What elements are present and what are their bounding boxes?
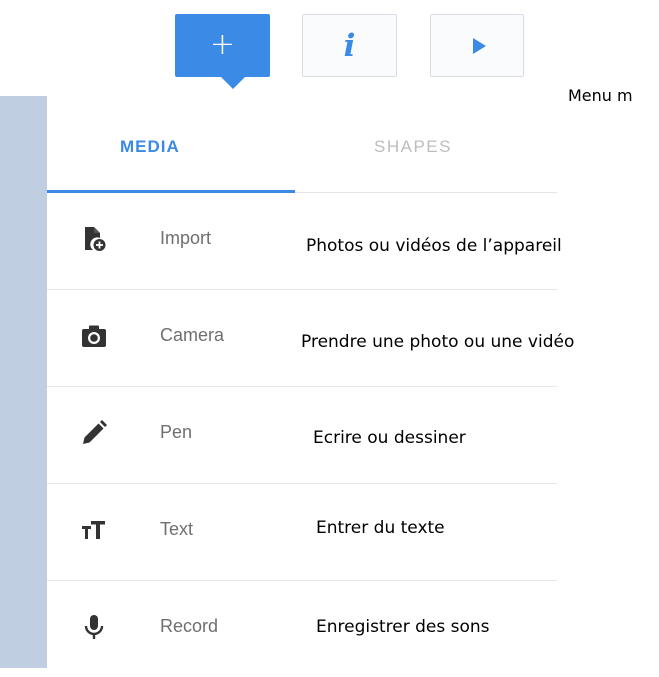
microphone-icon (84, 615, 104, 639)
text-size-icon (82, 521, 105, 539)
tab-media[interactable]: MEDIA (120, 137, 180, 157)
play-icon (472, 37, 486, 54)
info-icon: i (343, 27, 356, 64)
play-button[interactable] (430, 14, 524, 77)
menu-item-pen[interactable]: Pen (47, 387, 557, 484)
camera-icon (82, 325, 106, 347)
menu-item-label: Pen (160, 422, 193, 442)
tab-bar: MEDIA SHAPES (47, 96, 557, 193)
plus-label: + (209, 26, 236, 62)
menu-item-text[interactable]: Text (47, 484, 557, 581)
menu-item-label: Camera (160, 325, 225, 345)
file-add-icon (85, 227, 106, 251)
menu-item-label: Import (160, 228, 212, 248)
description-pen: Ecrire ou dessiner (313, 428, 466, 448)
add-button[interactable]: + (175, 14, 270, 89)
tab-shapes[interactable]: SHAPES (374, 137, 452, 157)
description-camera: Prendre une photo ou une vidéo (301, 332, 575, 352)
left-strip (0, 96, 47, 668)
info-button[interactable]: i (302, 14, 397, 77)
description-record: Enregistrer des sons (316, 617, 490, 637)
media-panel: MEDIA SHAPES Import Camera Pen Text Reco… (47, 96, 557, 668)
pen-icon (83, 420, 107, 444)
menu-item-label: Text (160, 519, 194, 539)
description-import: Photos ou vidéos de l’appareil (306, 236, 562, 256)
menu-item-label: Record (160, 616, 219, 636)
side-note: Menu m (568, 86, 633, 105)
description-text: Entrer du texte (316, 518, 445, 538)
